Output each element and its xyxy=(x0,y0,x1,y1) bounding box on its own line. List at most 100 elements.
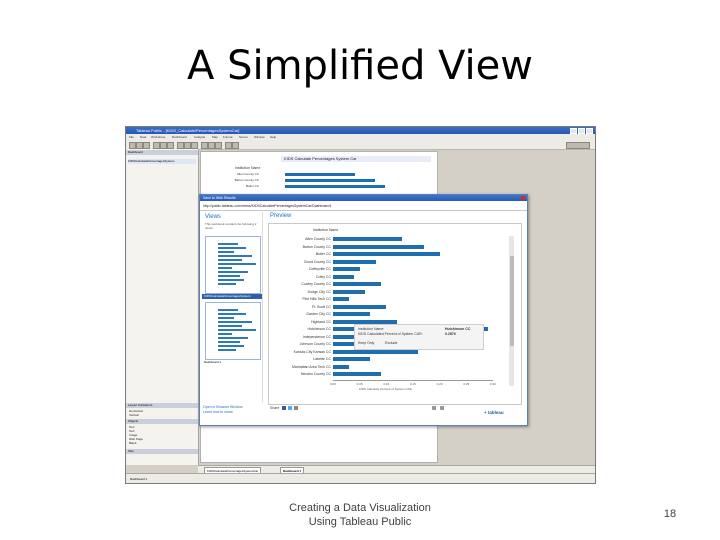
dashboard-row[interactable]: Barton County CC xyxy=(205,178,435,182)
preview-bar[interactable] xyxy=(333,244,424,249)
clear-icon[interactable] xyxy=(167,142,174,149)
sort-desc-icon[interactable] xyxy=(191,142,198,149)
duplicate-icon[interactable] xyxy=(160,142,167,149)
preview-bar[interactable] xyxy=(333,372,381,376)
preview-bar-row[interactable]: Barton County CC xyxy=(269,244,521,250)
preview-bar-label: Coffeyville CC xyxy=(308,267,331,271)
download-icon[interactable] xyxy=(432,406,436,410)
preview-bar-row[interactable]: Colby CC xyxy=(269,274,521,280)
preview-bar[interactable] xyxy=(333,282,381,286)
preview-bar-row[interactable]: Butler CC xyxy=(269,251,521,257)
sheet-item[interactable]: KIDSCalculatePercentagesSystem xyxy=(128,159,196,164)
preview-bar-label: Butler CC xyxy=(315,252,331,256)
preview-bar-row[interactable]: Labette CC xyxy=(269,356,521,362)
preview-bar[interactable] xyxy=(333,312,371,316)
menu-window[interactable]: Window xyxy=(254,135,265,139)
print-icon[interactable] xyxy=(440,406,444,410)
view-thumbnail-1-caption[interactable]: KIDSCalculatePercentagesSystem xyxy=(202,294,262,299)
preview-scrollbar[interactable] xyxy=(509,236,514,386)
layout-vertical[interactable]: Vertical xyxy=(129,413,139,417)
views-pane: Views This workbook contains the followi… xyxy=(202,212,263,402)
show-me-button[interactable] xyxy=(566,142,590,149)
learn-share-link[interactable]: Learn how to share xyxy=(203,410,243,415)
dialog-links: Open in Browser Window Learn how to shar… xyxy=(203,405,243,415)
tooltip-exclude[interactable]: Exclude xyxy=(385,341,397,345)
preview-bar-row[interactable]: Coffeyville CC xyxy=(269,266,521,272)
dashboard-column-header: Institution Name xyxy=(235,166,261,170)
facebook-icon[interactable] xyxy=(282,406,286,410)
menu-worksheet[interactable]: Worksheet xyxy=(151,135,165,139)
object-blank[interactable]: Blank xyxy=(129,441,137,445)
preview-bar[interactable] xyxy=(333,297,349,301)
preview-bar-row[interactable]: Garden City CC xyxy=(269,311,521,317)
undo-icon[interactable] xyxy=(129,142,136,149)
preview-bar[interactable] xyxy=(333,349,419,354)
labels-icon[interactable] xyxy=(215,142,222,149)
tooltip-line1-value: Hutchinson CC xyxy=(445,327,471,331)
save-icon[interactable] xyxy=(143,142,150,149)
preview-bar-row[interactable]: Dodge City CC xyxy=(269,289,521,295)
share-label: Share xyxy=(270,406,280,410)
menu-dashboard[interactable]: Dashboard xyxy=(172,135,187,139)
preview-bar[interactable] xyxy=(333,319,397,324)
tooltip-keep-only[interactable]: Keep Only xyxy=(358,341,374,345)
preview-bar[interactable] xyxy=(333,357,371,361)
slide-footer: Creating a Data Visualization Using Tabl… xyxy=(250,501,470,529)
preview-bar-label: Cowley County CC xyxy=(301,282,331,286)
dialog-close-icon[interactable] xyxy=(521,196,525,200)
dashboard-header: Dashboard xyxy=(126,150,198,155)
preview-bar[interactable] xyxy=(333,267,360,271)
preview-bar[interactable] xyxy=(333,289,365,294)
present-icon[interactable] xyxy=(232,142,239,149)
view-thumbnail-2-caption[interactable]: Dashboard 1 xyxy=(202,360,262,365)
preview-bar-row[interactable]: Allen County CC xyxy=(269,236,521,242)
fit-icon[interactable] xyxy=(225,142,232,149)
view-thumbnail-2[interactable] xyxy=(205,302,261,360)
preview-x-axis xyxy=(333,380,493,381)
view-thumbnail-1[interactable] xyxy=(205,236,261,294)
menu-data[interactable]: Data xyxy=(140,135,146,139)
scrollbar-thumb[interactable] xyxy=(509,256,514,346)
dashboard-row[interactable]: Allen County CC xyxy=(205,172,435,176)
twitter-icon[interactable] xyxy=(288,406,292,410)
dialog-title: Save to Web Results xyxy=(200,195,527,201)
highlight-icon[interactable] xyxy=(201,142,208,149)
preview-bar[interactable] xyxy=(333,274,355,279)
dashboard-row-label: Allen County CC xyxy=(236,172,259,176)
menu-format[interactable]: Format xyxy=(223,135,233,139)
new-sheet-icon[interactable] xyxy=(153,142,160,149)
preview-bar-row[interactable]: Neosho County CC xyxy=(269,371,521,377)
preview-bar-row[interactable]: Manhattan Area Tech CC xyxy=(269,364,521,370)
preview-x-tick: 0.25 xyxy=(463,382,470,386)
preview-bar-row[interactable]: Cloud County CC xyxy=(269,259,521,265)
preview-bar[interactable] xyxy=(333,237,403,241)
redo-icon[interactable] xyxy=(136,142,143,149)
dashboard-pane: Dashboard KIDSCalculatePercentagesSystem… xyxy=(126,149,199,465)
preview-bar[interactable] xyxy=(333,304,387,309)
dashboard-row[interactable]: Butler CC xyxy=(205,184,435,188)
preview-x-tick: 0.15 xyxy=(410,382,416,386)
sort-asc-icon[interactable] xyxy=(184,142,191,149)
divider xyxy=(200,210,527,211)
menu-file[interactable]: File xyxy=(129,135,134,139)
menu-help[interactable]: Help xyxy=(270,135,276,139)
email-icon[interactable] xyxy=(294,406,298,410)
menu-server[interactable]: Server xyxy=(239,135,248,139)
menu-analysis[interactable]: Analysis xyxy=(194,135,205,139)
preview-bar-row[interactable]: Ft. Scott CC xyxy=(269,304,521,310)
slide-title: A Simplified View xyxy=(187,43,533,89)
preview-bar[interactable] xyxy=(333,364,349,369)
tooltip-line2-value: 0.2876 xyxy=(445,332,456,336)
dialog-url[interactable]: http://public.tableau.com/views/KIDSCalc… xyxy=(203,204,331,208)
preview-bar-label: Highland CC xyxy=(311,319,331,324)
preview-bar[interactable] xyxy=(333,259,376,264)
preview-x-tick: 0.20 xyxy=(436,382,443,386)
swap-icon[interactable] xyxy=(177,142,184,149)
group-icon[interactable] xyxy=(208,142,215,149)
menu-map[interactable]: Map xyxy=(212,135,218,139)
preview-bar-row[interactable]: Flint Hills Tech CC xyxy=(269,296,521,302)
preview-frame: Institution Name Allen County CC Barton C… xyxy=(268,223,522,405)
preview-bar[interactable] xyxy=(333,252,440,256)
preview-bar-row[interactable]: Cowley County CC xyxy=(269,281,521,287)
status-bar: Dashboard 1 xyxy=(126,473,595,483)
